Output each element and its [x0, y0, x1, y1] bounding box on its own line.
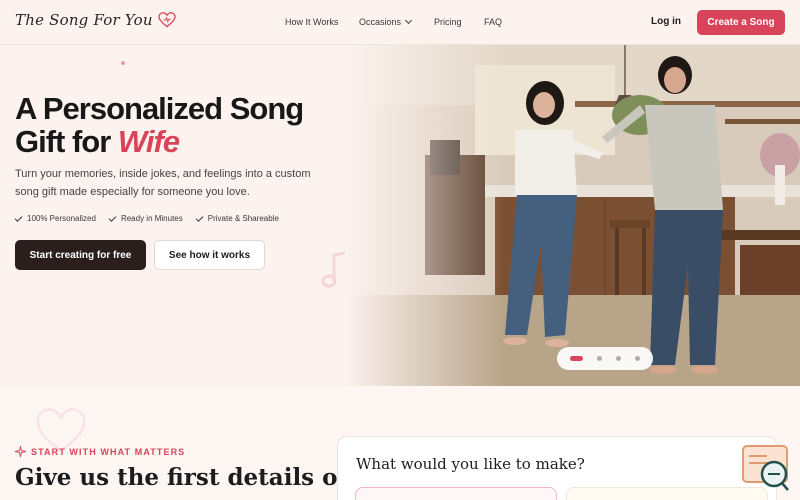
section-kicker-text: START WITH WHAT MATTERS: [31, 446, 186, 457]
feature-label: Ready in Minutes: [120, 214, 183, 223]
chat-support-icon[interactable]: [741, 444, 791, 492]
decorative-dot: [121, 61, 125, 65]
hero-title-line1: A Personalized Song: [15, 91, 304, 126]
nav-link-occasions[interactable]: Occasions: [359, 16, 413, 27]
song-type-card: What would you like to make?: [337, 436, 777, 500]
feature-label: Private & Shareable: [207, 214, 279, 223]
details-section: START WITH WHAT MATTERS Give us the firs…: [0, 386, 800, 500]
brand-name: The Song For You: [15, 11, 153, 29]
photo-fade-overlay: [345, 45, 505, 386]
start-creating-button[interactable]: Start creating for free: [15, 240, 146, 270]
hero-title-line2-prefix: Gift for: [15, 124, 118, 159]
hero-photo: [345, 45, 800, 386]
check-icon: [108, 213, 117, 222]
card-title: What would you like to make?: [356, 455, 585, 473]
top-navigation: The Song For You How It Works Occasions …: [0, 0, 800, 45]
feature-item: Private & Shareable: [195, 213, 279, 223]
carousel-dot-3[interactable]: [616, 356, 621, 361]
hero-section: A Personalized Song Gift for Wife Turn y…: [0, 45, 800, 386]
feature-list: 100% Personalized Ready in Minutes Priva…: [14, 213, 279, 223]
feature-item: Ready in Minutes: [108, 213, 183, 223]
section-title: Give us the first details of: [15, 464, 348, 491]
section-kicker: START WITH WHAT MATTERS: [15, 446, 185, 457]
heart-icon: [158, 12, 176, 28]
sparkle-icon: [15, 446, 26, 457]
song-type-option[interactable]: [355, 487, 557, 500]
nav-link-pricing[interactable]: Pricing: [434, 17, 462, 27]
hero-title-accent: Wife: [117, 124, 180, 159]
hero-title: A Personalized Song Gift for Wife: [15, 92, 345, 158]
nav-link-how-it-works[interactable]: How It Works: [285, 17, 338, 27]
nav-link-occasions-label: Occasions: [359, 17, 402, 27]
feature-label: 100% Personalized: [27, 214, 96, 223]
chevron-down-icon: [404, 16, 413, 25]
hero-subtitle: Turn your memories, inside jokes, and fe…: [15, 168, 311, 198]
feature-item: 100% Personalized: [14, 213, 96, 223]
create-song-button[interactable]: Create a Song: [697, 10, 785, 35]
carousel-dot-1[interactable]: [570, 356, 583, 361]
check-icon: [195, 213, 204, 222]
brand-logo[interactable]: The Song For You: [15, 11, 176, 29]
song-type-option[interactable]: [566, 487, 768, 500]
login-link[interactable]: Log in: [651, 16, 681, 27]
carousel-dot-4[interactable]: [635, 356, 640, 361]
nav-link-faq[interactable]: FAQ: [484, 17, 502, 27]
carousel-dot-2[interactable]: [597, 356, 602, 361]
carousel-indicator: [557, 347, 653, 370]
see-how-it-works-button[interactable]: See how it works: [154, 240, 265, 270]
check-icon: [14, 213, 23, 222]
